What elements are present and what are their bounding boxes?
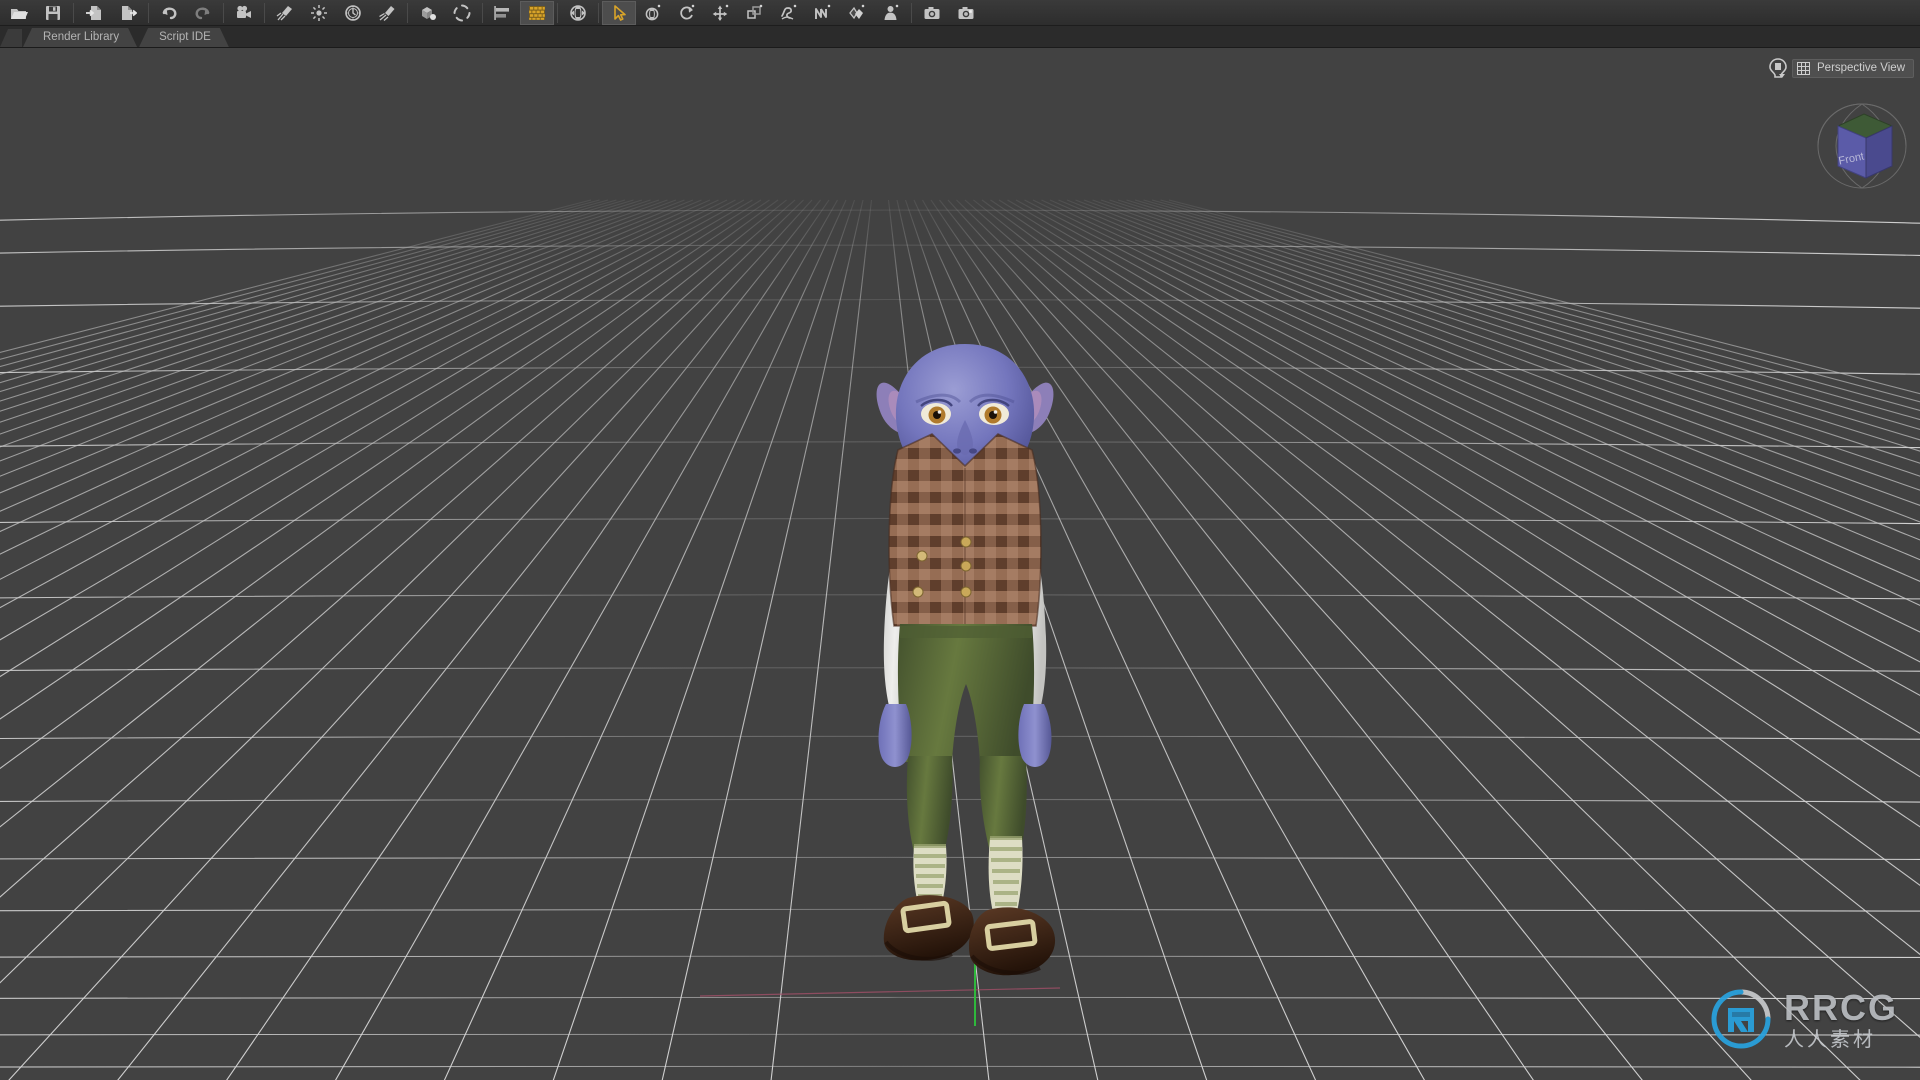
undo-icon[interactable]: [152, 1, 186, 25]
toolbar-separator: [148, 2, 149, 23]
tab-render-library[interactable]: Render Library: [23, 28, 137, 47]
rrcg-logo-icon: [1711, 989, 1771, 1049]
toolbar-separator: [911, 2, 912, 23]
main-toolbar: [0, 0, 1920, 26]
tab-script-ide[interactable]: Script IDE: [139, 28, 229, 47]
toolbar-separator: [598, 2, 599, 23]
import-icon[interactable]: [77, 1, 111, 25]
surface-select-tool-icon[interactable]: [772, 1, 806, 25]
perspective-viewport[interactable]: Perspective View Front RRCG 人人素材: [0, 48, 1920, 1080]
rrcg-watermark: RRCG 人人素材: [1710, 988, 1898, 1050]
translate-tool-icon[interactable]: [704, 1, 738, 25]
toolbar-separator: [482, 2, 483, 23]
view-cube[interactable]: Front: [1814, 96, 1910, 192]
spot-render-icon[interactable]: [949, 1, 983, 25]
create-distant-light-icon[interactable]: [268, 1, 302, 25]
universal-manipulator-icon[interactable]: [561, 1, 595, 25]
viewport-view-selector[interactable]: Perspective View: [1792, 58, 1914, 78]
watermark-brand: RRCG: [1784, 986, 1898, 1028]
create-linear-light-icon[interactable]: [336, 1, 370, 25]
tab-stub: [0, 29, 22, 47]
toolbar-separator: [264, 2, 265, 23]
render-still-icon[interactable]: [915, 1, 949, 25]
create-spot-light-icon[interactable]: [370, 1, 404, 25]
scale-tool-icon[interactable]: [738, 1, 772, 25]
redo-icon[interactable]: [186, 1, 220, 25]
node-select-tool-icon[interactable]: [602, 0, 636, 25]
viewport-hud: Perspective View: [1768, 57, 1914, 79]
create-point-light-icon[interactable]: [302, 1, 336, 25]
grid-view-icon: [1797, 61, 1810, 75]
node-weight-tool-icon[interactable]: [840, 1, 874, 25]
watermark-subtitle: 人人素材: [1784, 1026, 1876, 1051]
save-scene-icon[interactable]: [36, 1, 70, 25]
create-camera-icon[interactable]: [227, 1, 261, 25]
texture-shaded-icon[interactable]: [520, 0, 554, 25]
universal-tool-icon[interactable]: [636, 1, 670, 25]
create-null-icon[interactable]: [445, 1, 479, 25]
goblin-character[interactable]: [820, 338, 1110, 1078]
open-scene-icon[interactable]: [2, 1, 36, 25]
mesh-grab-tool-icon[interactable]: [806, 1, 840, 25]
rotate-tool-icon[interactable]: [670, 1, 704, 25]
application-window: Render Library Script IDE Perspective Vi…: [0, 0, 1920, 1080]
toolbar-separator: [557, 2, 558, 23]
scene-layout-icon[interactable]: [486, 1, 520, 25]
toolbar-separator: [223, 2, 224, 23]
toolbar-separator: [73, 2, 74, 23]
camera-selector-icon[interactable]: [1768, 57, 1788, 79]
create-primitive-icon[interactable]: [411, 1, 445, 25]
viewport-view-label: Perspective View: [1817, 62, 1905, 74]
export-icon[interactable]: [111, 1, 145, 25]
pane-tab-bar: Render Library Script IDE: [0, 26, 1920, 48]
toolbar-separator: [407, 2, 408, 23]
puppeteer-tool-icon[interactable]: [874, 1, 908, 25]
